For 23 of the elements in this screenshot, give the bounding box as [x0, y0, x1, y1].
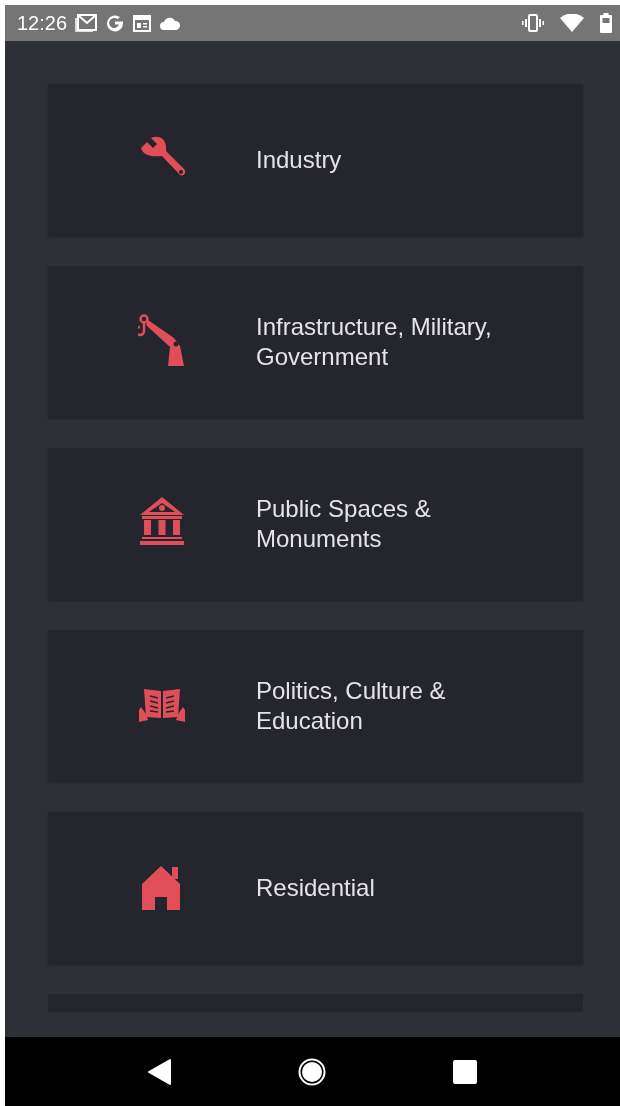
house-icon	[142, 866, 182, 910]
category-label: Politics, Culture & Education	[256, 676, 447, 736]
calendar-icon	[133, 14, 152, 32]
category-card[interactable]: Residential	[48, 812, 583, 964]
category-label: Industry	[256, 145, 343, 175]
category-label: Residential	[256, 873, 376, 903]
category-card[interactable]: Infrastructure, Military, Government	[48, 266, 583, 418]
category-card[interactable]: Industry	[48, 84, 583, 236]
mail-icon	[75, 14, 98, 32]
wifi-icon	[560, 14, 584, 32]
home-button[interactable]	[298, 1057, 327, 1086]
g-logo-icon	[105, 13, 126, 33]
category-card[interactable]: Public Spaces & Monuments	[48, 448, 583, 600]
back-button[interactable]	[148, 1058, 173, 1085]
battery-icon	[600, 13, 612, 33]
vibrate-icon	[522, 14, 544, 32]
recents-button[interactable]	[452, 1059, 477, 1084]
category-label: Infrastructure, Military, Government	[256, 312, 493, 372]
cloud-icon	[159, 16, 182, 30]
reading-book-icon	[138, 688, 186, 724]
category-label: Public Spaces & Monuments	[256, 494, 432, 554]
category-card[interactable]: Politics, Culture & Education	[48, 630, 583, 782]
clock: 12:26	[17, 11, 68, 36]
